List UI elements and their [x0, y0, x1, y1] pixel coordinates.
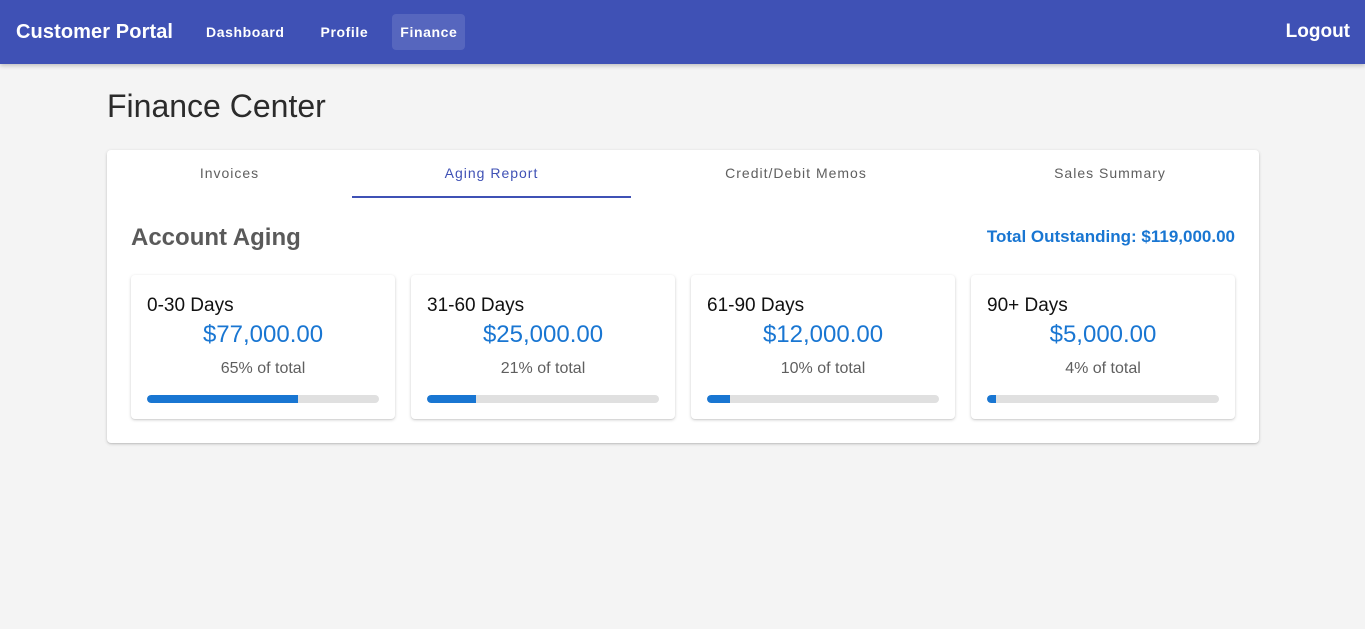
- card-percent: 21% of total: [500, 360, 586, 377]
- progress-fill: [987, 395, 997, 403]
- main-nav: Dashboard Profile Finance: [190, 14, 466, 50]
- card-amount: $5,000.00: [1049, 321, 1157, 348]
- progress-track: [987, 395, 1219, 403]
- progress-fill: [147, 395, 298, 403]
- logout-button[interactable]: Logout: [1286, 0, 1350, 64]
- card-title: 90+ Days: [987, 295, 1068, 316]
- progress-track: [427, 395, 659, 403]
- nav-profile-button[interactable]: Profile: [305, 14, 385, 50]
- card-amount: $12,000.00: [762, 321, 884, 348]
- card-percent: 4% of total: [1065, 360, 1141, 377]
- card-amount: $77,000.00: [202, 321, 324, 348]
- tab-sales-summary[interactable]: Sales Summary: [961, 150, 1259, 196]
- page-title: Finance Center: [107, 88, 326, 124]
- progress-fill: [427, 395, 476, 403]
- finance-tabs: Invoices Aging Report Credit/Debit Memos…: [107, 150, 1259, 198]
- aging-card-90-plus: 90+ Days $5,000.00 4% of total: [971, 275, 1235, 419]
- card-percent: 10% of total: [780, 360, 866, 377]
- tab-invoices[interactable]: Invoices: [107, 150, 352, 196]
- aging-card-61-90: 61-90 Days $12,000.00 10% of total: [691, 275, 955, 419]
- app-title[interactable]: Customer Portal: [16, 0, 173, 64]
- aging-card-0-30: 0-30 Days $77,000.00 65% of total: [131, 275, 395, 419]
- card-percent: 65% of total: [220, 360, 306, 377]
- card-title: 31-60 Days: [427, 295, 525, 316]
- card-title: 0-30 Days: [147, 295, 234, 316]
- card-amount: $25,000.00: [482, 321, 604, 348]
- nav-finance-button[interactable]: Finance: [392, 14, 466, 50]
- active-tab-indicator: [352, 196, 631, 198]
- progress-track: [707, 395, 939, 403]
- progress-fill: [707, 395, 731, 403]
- section-title: Account Aging: [131, 224, 301, 251]
- total-outstanding: Total Outstanding: $119,000.00: [986, 227, 1235, 246]
- progress-track: [147, 395, 379, 403]
- app-bar: Customer Portal Dashboard Profile Financ…: [0, 0, 1365, 64]
- aging-cards: 0-30 Days $77,000.00 65% of total 31-60 …: [131, 275, 1235, 419]
- nav-dashboard-button[interactable]: Dashboard: [190, 14, 301, 50]
- tab-credit-debit-memos[interactable]: Credit/Debit Memos: [631, 150, 961, 196]
- finance-panel: Invoices Aging Report Credit/Debit Memos…: [107, 150, 1259, 443]
- card-title: 61-90 Days: [707, 295, 805, 316]
- aging-card-31-60: 31-60 Days $25,000.00 21% of total: [411, 275, 675, 419]
- tab-aging-report[interactable]: Aging Report: [352, 150, 631, 196]
